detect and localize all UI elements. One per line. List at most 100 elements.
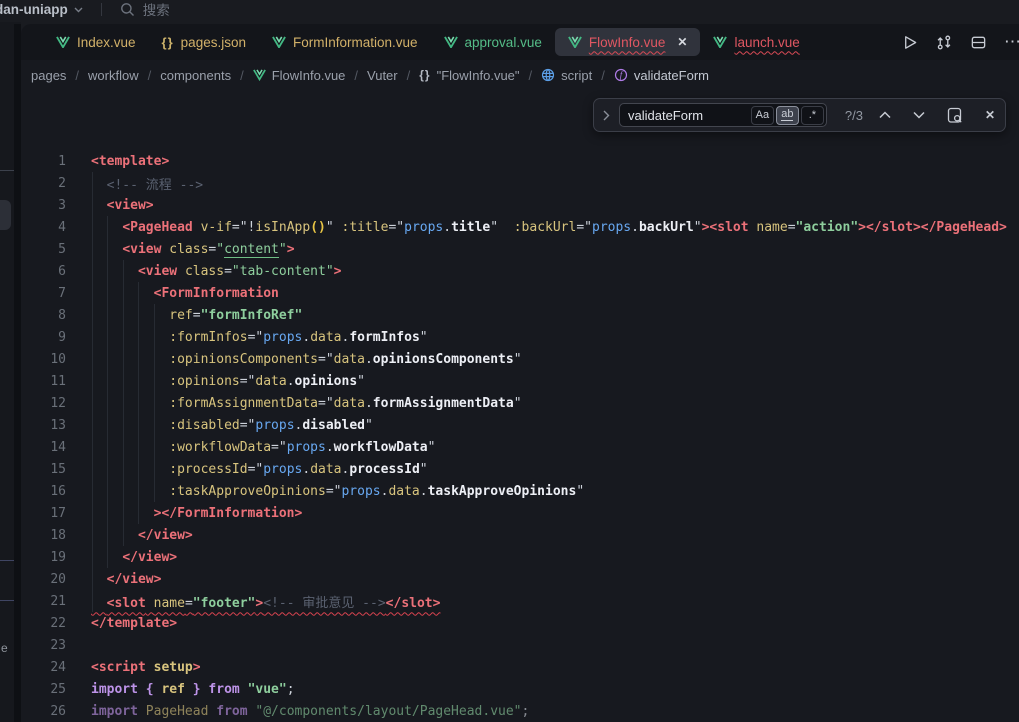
code-token: "action" [796, 220, 859, 235]
code-line[interactable]: 7 <FormInformation [21, 282, 1019, 304]
collapsed-panel-handle[interactable] [0, 200, 11, 230]
find-next-icon[interactable] [913, 111, 925, 119]
code-line[interactable]: 17 ></FormInformation> [21, 502, 1019, 524]
run-icon[interactable] [901, 34, 918, 51]
code-token: " [514, 352, 522, 367]
code-line[interactable]: 11 :opinions="data.opinions" [21, 370, 1019, 392]
code-line[interactable]: 18 </view> [21, 524, 1019, 546]
code-line[interactable]: 10 :opinionsComponents="data.opinionsCom… [21, 348, 1019, 370]
tab-index-vue[interactable]: Index.vue [43, 28, 149, 56]
code-line[interactable]: 3 <view> [21, 194, 1019, 216]
code-token: formInfos [349, 330, 419, 345]
code-token: <!-- 流程 --> [107, 178, 203, 193]
breadcrumb-separator: / [75, 68, 79, 83]
tab-approval-vue[interactable]: approval.vue [431, 28, 555, 56]
code-line[interactable]: 9 :formInfos="props.data.formInfos" [21, 326, 1019, 348]
code-token: opinionsComponents [373, 352, 514, 367]
project-selector[interactable]: dan-uniapp [0, 2, 83, 17]
breadcrumb-item[interactable]: components [160, 68, 231, 83]
code-token: import [91, 704, 138, 719]
code-token: </view> [122, 550, 177, 565]
compare-changes-icon[interactable] [935, 34, 953, 51]
code-line[interactable]: 1<template> [21, 150, 1019, 172]
tab-pages-json[interactable]: {}pages.json [149, 28, 259, 56]
code-token: () [310, 220, 326, 235]
find-in-selection-icon[interactable] [947, 107, 963, 124]
code-line[interactable]: 4 <PageHead v-if="!isInApp()" :title="pr… [21, 216, 1019, 238]
find-previous-icon[interactable] [879, 111, 891, 119]
code-token: . [302, 462, 310, 477]
more-actions-icon[interactable]: ⋯ [1004, 32, 1019, 52]
code-line[interactable]: 21 <slot name="footer"><!-- 审批意见 --></sl… [21, 590, 1019, 612]
code-line[interactable]: 14 :workflowData="props.workflowData" [21, 436, 1019, 458]
code-line-content: </template> [91, 616, 177, 631]
split-editor-icon[interactable] [970, 34, 987, 51]
code-token: =" [318, 352, 334, 367]
find-close-icon[interactable]: ✕ [985, 108, 995, 122]
code-token [91, 330, 169, 345]
code-line[interactable]: 25import { ref } from "vue"; [21, 678, 1019, 700]
code-token: name [154, 596, 185, 611]
line-number: 22 [21, 616, 66, 631]
code-token: :title [342, 220, 389, 235]
code-token: isInApp [255, 220, 310, 235]
line-number: 19 [21, 550, 66, 565]
find-query-text: validateForm [628, 108, 751, 123]
code-line[interactable]: 2 <!-- 流程 --> [21, 172, 1019, 194]
breadcrumb-item[interactable]: pages [31, 68, 66, 83]
global-search[interactable]: 搜索 [120, 0, 170, 19]
code-line[interactable]: 12 :formAssignmentData="data.formAssignm… [21, 392, 1019, 414]
code-line[interactable]: 8 ref="formInfoRef" [21, 304, 1019, 326]
breadcrumb-item[interactable]: Vuter [367, 68, 398, 83]
code-line[interactable]: 16 :taskApproveOpinions="props.data.task… [21, 480, 1019, 502]
code-line[interactable]: 15 :processId="props.data.processId" [21, 458, 1019, 480]
tab-close-icon[interactable]: ✕ [677, 35, 687, 49]
breadcrumb-item[interactable]: FlowInfo.vue [253, 68, 346, 83]
code-token [138, 704, 146, 719]
breadcrumb-item[interactable]: {}"FlowInfo.vue" [419, 68, 519, 83]
code-line[interactable]: 13 :disabled="props.disabled" [21, 414, 1019, 436]
code-token: from [216, 704, 247, 719]
code-token: " [279, 242, 287, 257]
tab-label: launch.vue [734, 35, 799, 50]
regex-toggle[interactable]: .* [801, 106, 824, 125]
code-token: import [91, 682, 138, 697]
breadcrumb-item[interactable]: fvalidateForm [614, 68, 709, 83]
code-line[interactable]: 26import PageHead from "@/components/lay… [21, 700, 1019, 722]
code-token [91, 484, 169, 499]
find-expander-chevron-icon[interactable] [603, 110, 610, 121]
code-line-content: ref="formInfoRef" [91, 308, 302, 323]
code-token: ><slot [702, 220, 749, 235]
code-token [193, 220, 201, 235]
code-token: taskApproveOpinions [428, 484, 577, 499]
code-token: setup [154, 660, 193, 675]
code-token [91, 596, 107, 611]
breadcrumb-label: validateForm [634, 68, 709, 83]
vue-icon [253, 69, 266, 80]
code-token: ="! [232, 220, 255, 235]
code-token: ref [169, 308, 192, 323]
code-line[interactable]: 23 [21, 634, 1019, 656]
chevron-down-icon [74, 7, 83, 13]
tab-label: pages.json [181, 35, 246, 50]
code-token: props [255, 418, 294, 433]
code-line[interactable]: 19 </view> [21, 546, 1019, 568]
code-line[interactable]: 6 <view class="tab-content"> [21, 260, 1019, 282]
code-line[interactable]: 24<script setup> [21, 656, 1019, 678]
breadcrumb-item[interactable]: workflow [88, 68, 139, 83]
find-input[interactable]: validateForm Aa ab .* [619, 103, 827, 127]
match-case-toggle[interactable]: Aa [751, 106, 774, 125]
code-line-content: :opinions="data.opinions" [91, 374, 365, 389]
code-token: =" [240, 374, 256, 389]
code-line[interactable]: 22 </template> [21, 612, 1019, 634]
code-token: <view [138, 264, 177, 279]
code-line[interactable]: 20 </view> [21, 568, 1019, 590]
whole-word-toggle[interactable]: ab [776, 106, 799, 125]
tab-flowinfo-vue[interactable]: FlowInfo.vue✕ [555, 28, 701, 56]
tab-launch-vue[interactable]: launch.vue [700, 28, 812, 56]
code-line[interactable]: 5 <view class="content"> [21, 238, 1019, 260]
breadcrumb-item[interactable]: script [541, 68, 592, 83]
code-token: </slot> [386, 596, 441, 611]
tab-forminformation-vue[interactable]: FormInformation.vue [259, 28, 431, 56]
code-token: :opinions [169, 374, 239, 389]
